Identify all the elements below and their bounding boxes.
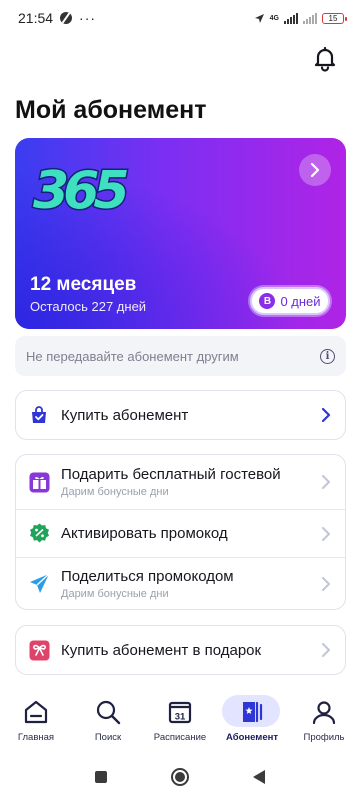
back-button[interactable]: [252, 769, 266, 785]
signal-strength-2-icon: [303, 12, 317, 24]
activate-promocode-button[interactable]: Активировать промокод: [16, 509, 345, 557]
nav-home-label: Главная: [17, 732, 55, 743]
bonus-days-badge[interactable]: В 0 дней: [250, 287, 330, 315]
status-bar: 21:54 ··· 4G 15: [0, 0, 360, 36]
nav-profile[interactable]: Профиль: [288, 692, 360, 750]
status-time: 21:54: [18, 10, 54, 26]
gift-guest-pass-button[interactable]: Подарить бесплатный гостевой Дарим бонус…: [16, 455, 345, 509]
notice-text: Не передавайте абонемент другим: [26, 348, 239, 364]
chevron-right-icon: [322, 576, 330, 591]
share-promocode-button[interactable]: Поделиться промокодом Дарим бонусные дни: [16, 557, 345, 609]
gift-subscription-group: Купить абонемент в подарок: [15, 625, 346, 675]
page-title: Мой абонемент: [15, 96, 207, 124]
bonus-coin-icon: В: [259, 293, 276, 309]
home-icon: [22, 698, 50, 726]
buy-subscription-label: Купить абонемент: [61, 406, 189, 424]
bonus-days-value: 0 дней: [280, 293, 321, 309]
notice-banner: Не передавайте абонемент другим i: [15, 336, 346, 376]
card-open-button[interactable]: [299, 154, 331, 186]
signal-strength-icon: [284, 12, 298, 24]
network-type: 4G: [269, 14, 279, 22]
subscription-icon: [238, 698, 266, 726]
recent-apps-button[interactable]: [94, 770, 108, 784]
share-promocode-label: Поделиться промокодом: [61, 567, 234, 585]
battery-icon: 15: [322, 12, 347, 24]
send-icon: [28, 573, 50, 595]
percent-badge-icon: [28, 523, 50, 545]
gift-box-icon: [28, 639, 50, 661]
nav-search-label: Поиск: [94, 732, 122, 743]
do-not-disturb-icon: [60, 12, 73, 24]
more-notifications-icon: ···: [79, 10, 97, 26]
actions-group: Подарить бесплатный гостевой Дарим бонус…: [15, 454, 346, 610]
location-arrow-icon: [254, 13, 264, 23]
chevron-right-icon: [310, 163, 320, 177]
profile-icon: [310, 698, 338, 726]
svg-text:31: 31: [175, 712, 186, 723]
home-button[interactable]: [170, 767, 190, 787]
nav-home[interactable]: Главная: [0, 692, 72, 750]
info-icon[interactable]: i: [320, 348, 335, 364]
gift-guest-pass-subtitle: Дарим бонусные дни: [61, 486, 169, 498]
activate-promocode-label: Активировать промокод: [61, 525, 228, 542]
gift-icon: [28, 471, 50, 493]
share-promocode-subtitle: Дарим бонусные дни: [61, 587, 169, 600]
buy-gift-subscription-label: Купить абонемент в подарок: [61, 641, 262, 659]
subscription-remaining: Осталось 227 дней: [30, 299, 147, 314]
chevron-right-icon: [322, 643, 330, 657]
logo-365: 365: [32, 160, 135, 221]
gift-guest-pass-label: Подарить бесплатный гостевой: [61, 466, 281, 483]
calendar-icon: 31: [166, 698, 194, 726]
shopping-bag-icon: [28, 404, 50, 426]
system-navigation-bar: [0, 760, 360, 794]
nav-schedule-label: Расписание: [153, 732, 207, 743]
search-icon: [94, 698, 122, 726]
svg-text:365: 365: [33, 161, 127, 220]
nav-schedule[interactable]: 31 Расписание: [144, 692, 216, 750]
buy-subscription-button[interactable]: Купить абонемент: [16, 391, 345, 439]
buy-gift-subscription-button[interactable]: Купить абонемент в подарок: [16, 626, 345, 674]
subscription-duration: 12 месяцев: [30, 274, 137, 295]
notifications-bell-icon[interactable]: [311, 44, 339, 72]
nav-subscription[interactable]: Абонемент: [216, 692, 288, 750]
chevron-right-icon: [321, 408, 331, 422]
chevron-right-icon: [322, 526, 330, 541]
nav-search[interactable]: Поиск: [72, 692, 144, 750]
bottom-navigation: Главная Поиск 31 Расписание Абонемент Пр…: [0, 692, 360, 750]
nav-profile-label: Профиль: [303, 732, 345, 743]
buy-group: Купить абонемент: [15, 390, 346, 440]
chevron-right-icon: [322, 475, 330, 489]
nav-subscription-label: Абонемент: [225, 732, 278, 743]
